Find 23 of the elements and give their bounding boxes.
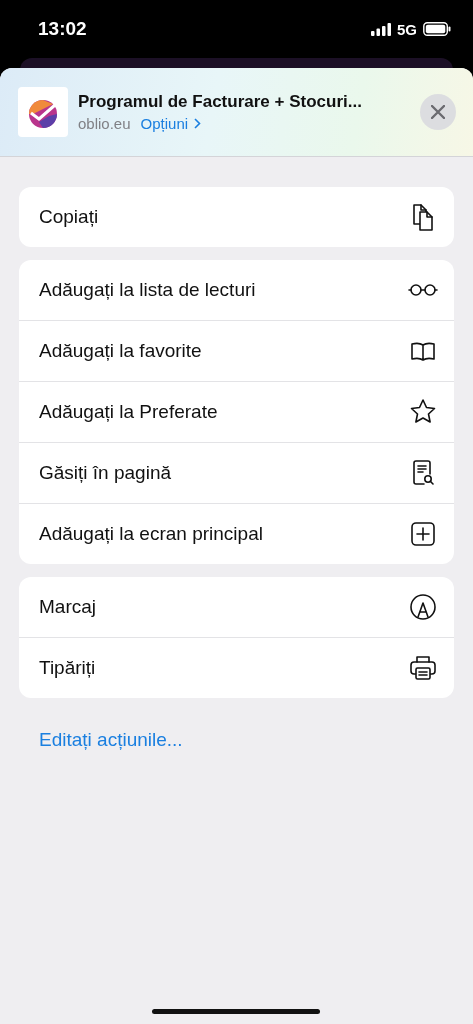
- close-button[interactable]: [420, 94, 456, 130]
- menu-item[interactable]: Adăugați la ecran principal: [19, 503, 454, 564]
- battery-icon: [423, 22, 451, 36]
- plus-square-icon: [408, 519, 438, 549]
- menu-item[interactable]: Marcaj: [19, 577, 454, 637]
- menu-item[interactable]: Adăugați la Preferate: [19, 381, 454, 442]
- menu-item[interactable]: Adăugați la favorite: [19, 320, 454, 381]
- chevron-right-icon: [194, 118, 202, 129]
- menu-item[interactable]: Tipăriți: [19, 637, 454, 698]
- network-label: 5G: [397, 20, 417, 38]
- menu-item[interactable]: Găsiți în pagină: [19, 442, 454, 503]
- close-icon: [431, 105, 445, 119]
- domain-label: oblio.eu: [78, 115, 131, 132]
- menu-item[interactable]: Copiați: [19, 187, 454, 247]
- options-link[interactable]: Opțiuni: [140, 115, 202, 132]
- printer-icon: [408, 653, 438, 683]
- signal-icon: [371, 22, 391, 36]
- app-logo-icon: [18, 87, 68, 137]
- pen-circle-icon: [408, 592, 438, 622]
- menu-item[interactable]: Adăugați la lista de lecturi: [19, 260, 454, 320]
- page-title: Programul de Facturare + Stocuri...: [78, 92, 363, 112]
- edit-actions-link[interactable]: Editați acțiunile...: [19, 711, 454, 751]
- status-time: 13:02: [38, 18, 87, 40]
